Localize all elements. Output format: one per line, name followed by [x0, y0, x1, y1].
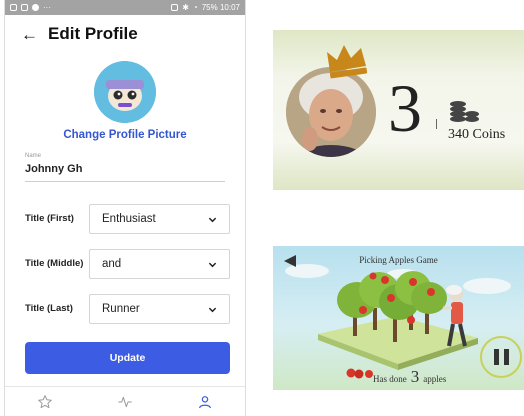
pause-button[interactable]	[480, 336, 522, 378]
title-middle-value: and	[102, 258, 122, 270]
bluetooth-icon: ✱	[182, 3, 189, 12]
app-header: ← Edit Profile	[5, 15, 245, 53]
update-button[interactable]: Update	[25, 342, 230, 374]
image-icon	[21, 4, 28, 11]
divider	[436, 119, 437, 129]
coins-icon	[450, 101, 479, 122]
notification-icon	[32, 4, 39, 11]
leaderboard-card: 3 340 Coins	[273, 30, 524, 190]
coins-count: 340 Coins	[448, 127, 506, 142]
pause-bar-right	[503, 349, 509, 365]
pause-bar-left	[493, 349, 499, 365]
title-last-value: Runner	[102, 303, 140, 315]
person-icon	[199, 396, 211, 409]
star-icon	[38, 395, 52, 409]
title-middle-row: Title (Middle) and	[25, 248, 230, 280]
title-first-label: Title (First)	[25, 212, 74, 224]
tab-activity[interactable]	[105, 389, 145, 415]
title-middle-label: Title (Middle)	[25, 257, 84, 269]
phone-screen: ··· ✱ ◔ 75% 10:07 ← Edit Profile Change …	[4, 0, 246, 416]
chevron-down-icon	[208, 307, 217, 312]
back-arrow-icon[interactable]: ←	[21, 26, 38, 43]
rank-number: 3	[388, 70, 422, 146]
avatar-face-icon	[94, 61, 156, 123]
more-icon: ···	[43, 3, 51, 12]
name-input[interactable]	[25, 160, 225, 175]
chevron-down-icon	[208, 262, 217, 267]
change-profile-picture-link[interactable]: Change Profile Picture	[5, 129, 245, 141]
title-last-label: Title (Last)	[25, 302, 73, 314]
cast-icon	[171, 4, 179, 11]
name-field: Name	[25, 153, 225, 182]
status-right-text: 75% 10:07	[201, 3, 240, 12]
game-title: Picking Apples Game	[359, 255, 438, 265]
title-middle-select[interactable]: and	[89, 249, 230, 279]
title-first-select[interactable]: Enthusiast	[89, 204, 230, 234]
bottom-tab-bar	[5, 386, 245, 416]
title-first-row: Title (First) Enthusiast	[25, 203, 230, 235]
status-bar: ··· ✱ ◔ 75% 10:07	[5, 0, 245, 15]
status-suffix: apples	[423, 374, 447, 384]
tab-profile[interactable]	[185, 389, 225, 415]
title-first-value: Enthusiast	[102, 213, 156, 225]
tab-favorites[interactable]	[25, 389, 65, 415]
game-status: Has done 3 apples	[343, 367, 446, 387]
title-last-select[interactable]: Runner	[89, 294, 230, 324]
apples-count: 3	[410, 367, 420, 386]
game-card: Picking Apples Game Has done 3 apples	[273, 246, 524, 390]
avatar[interactable]	[94, 61, 156, 123]
page-title: Edit Profile	[48, 24, 138, 43]
chevron-down-icon	[208, 217, 217, 222]
name-field-label: Name	[25, 153, 42, 159]
activity-icon	[118, 396, 132, 408]
usb-icon	[10, 4, 17, 11]
avatar-container	[5, 61, 245, 123]
crown-icon	[327, 45, 368, 79]
user-portrait	[286, 67, 376, 157]
wifi-icon: ◔	[192, 3, 198, 12]
elderly-woman-portrait-icon	[286, 67, 376, 157]
title-last-row: Title (Last) Runner	[25, 293, 230, 325]
status-prefix: Has done	[373, 374, 407, 384]
